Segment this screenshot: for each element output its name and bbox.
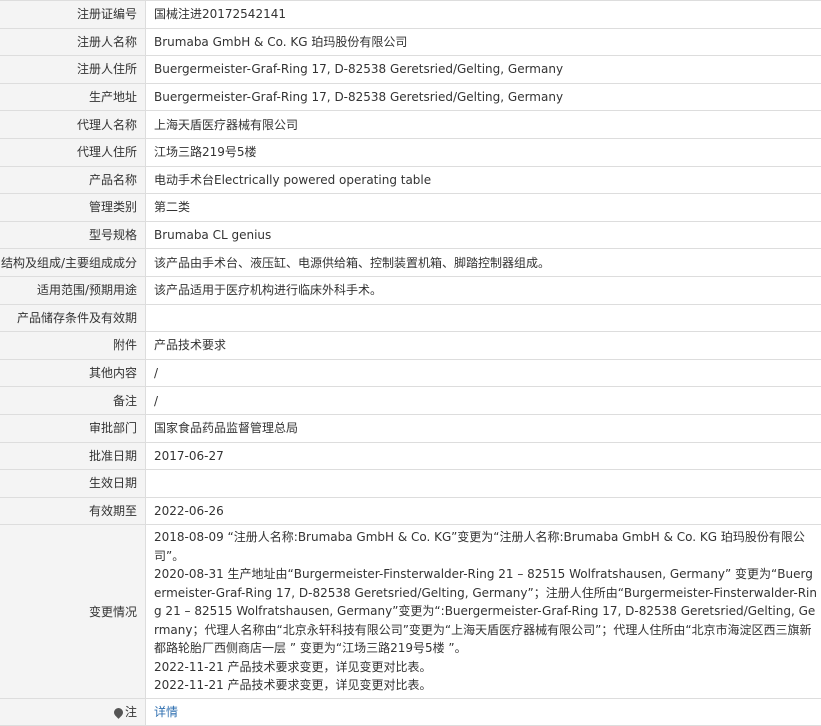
row-label: 产品名称	[0, 166, 146, 194]
table-row: 管理类别第二类	[0, 194, 821, 222]
table-row: 生产地址Buergermeister-Graf-Ring 17, D-82538…	[0, 83, 821, 111]
row-label: 代理人住所	[0, 138, 146, 166]
history-section: 变更情况 2018-08-09 “注册人名称:Brumaba GmbH & Co…	[0, 525, 821, 726]
table-row: 附件产品技术要求	[0, 332, 821, 360]
row-label: 管理类别	[0, 194, 146, 222]
row-label-history: 变更情况	[0, 525, 146, 699]
table-row: 注册人住所Buergermeister-Graf-Ring 17, D-8253…	[0, 56, 821, 84]
history-line-3: 2022-11-21 产品技术要求变更，详见变更对比表。	[154, 658, 817, 677]
row-label: 审批部门	[0, 414, 146, 442]
row-value: 江场三路219号5楼	[146, 138, 821, 166]
row-label: 注册证编号	[0, 1, 146, 29]
lightbulb-icon	[112, 706, 125, 719]
row-value: Brumaba GmbH & Co. KG 珀玛股份有限公司	[146, 28, 821, 56]
row-value: 该产品由手术台、液压缸、电源供给箱、控制装置机箱、脚踏控制器组成。	[146, 249, 821, 277]
row-value	[146, 470, 821, 498]
row-label: 适用范围/预期用途	[0, 276, 146, 304]
row-label: 注册人名称	[0, 28, 146, 56]
row-value: 国家食品药品监督管理总局	[146, 414, 821, 442]
history-line-2: 2020-08-31 生产地址由“Burgermeister-Finsterwa…	[154, 565, 817, 658]
row-label: 备注	[0, 387, 146, 415]
row-value	[146, 304, 821, 332]
row-label: 有效期至	[0, 497, 146, 525]
registration-detail-table: 注册证编号国械注进20172542141注册人名称Brumaba GmbH & …	[0, 0, 821, 726]
table-row: 注册人名称Brumaba GmbH & Co. KG 珀玛股份有限公司	[0, 28, 821, 56]
table-row: 有效期至2022-06-26	[0, 497, 821, 525]
row-label: 产品储存条件及有效期	[0, 304, 146, 332]
row-value: 2017-06-27	[146, 442, 821, 470]
table-row-history: 变更情况 2018-08-09 “注册人名称:Brumaba GmbH & Co…	[0, 525, 821, 699]
row-label: 型号规格	[0, 221, 146, 249]
row-value: 第二类	[146, 194, 821, 222]
row-label: 结构及组成/主要组成成分	[0, 249, 146, 277]
row-label: 注册人住所	[0, 56, 146, 84]
row-value: 2022-06-26	[146, 497, 821, 525]
row-label: 附件	[0, 332, 146, 360]
row-value: Brumaba CL genius	[146, 221, 821, 249]
table-row: 注册证编号国械注进20172542141	[0, 1, 821, 29]
table-row: 备注/	[0, 387, 821, 415]
table-row: 型号规格Brumaba CL genius	[0, 221, 821, 249]
table-row-note: 注 详情	[0, 698, 821, 726]
row-label: 生产地址	[0, 83, 146, 111]
table-row: 产品储存条件及有效期	[0, 304, 821, 332]
note-value: 详情	[146, 698, 821, 726]
table-row: 代理人住所江场三路219号5楼	[0, 138, 821, 166]
row-value: 产品技术要求	[146, 332, 821, 360]
table-row: 适用范围/预期用途该产品适用于医疗机构进行临床外科手术。	[0, 276, 821, 304]
table-row: 结构及组成/主要组成成分该产品由手术台、液压缸、电源供给箱、控制装置机箱、脚踏控…	[0, 249, 821, 277]
table-row: 审批部门国家食品药品监督管理总局	[0, 414, 821, 442]
row-label: 代理人名称	[0, 111, 146, 139]
row-value: 该产品适用于医疗机构进行临床外科手术。	[146, 276, 821, 304]
row-label: 其他内容	[0, 359, 146, 387]
row-value: /	[146, 387, 821, 415]
history-line-4: 2022-11-21 产品技术要求变更，详见变更对比表。	[154, 676, 817, 695]
row-value: 国械注进20172542141	[146, 1, 821, 29]
row-label: 生效日期	[0, 470, 146, 498]
row-value: /	[146, 359, 821, 387]
row-label: 批准日期	[0, 442, 146, 470]
table-row: 产品名称电动手术台Electrically powered operating …	[0, 166, 821, 194]
table-row: 代理人名称上海天盾医疗器械有限公司	[0, 111, 821, 139]
history-value: 2018-08-09 “注册人名称:Brumaba GmbH & Co. KG”…	[146, 525, 821, 699]
row-value: 上海天盾医疗器械有限公司	[146, 111, 821, 139]
history-line-1: 2018-08-09 “注册人名称:Brumaba GmbH & Co. KG”…	[154, 528, 817, 565]
row-value: Buergermeister-Graf-Ring 17, D-82538 Ger…	[146, 56, 821, 84]
row-value: 电动手术台Electrically powered operating tabl…	[146, 166, 821, 194]
row-label-note: 注	[0, 698, 146, 726]
detail-rows: 注册证编号国械注进20172542141注册人名称Brumaba GmbH & …	[0, 1, 821, 525]
row-value: Buergermeister-Graf-Ring 17, D-82538 Ger…	[146, 83, 821, 111]
table-row: 其他内容/	[0, 359, 821, 387]
table-row: 生效日期	[0, 470, 821, 498]
table-row: 批准日期2017-06-27	[0, 442, 821, 470]
